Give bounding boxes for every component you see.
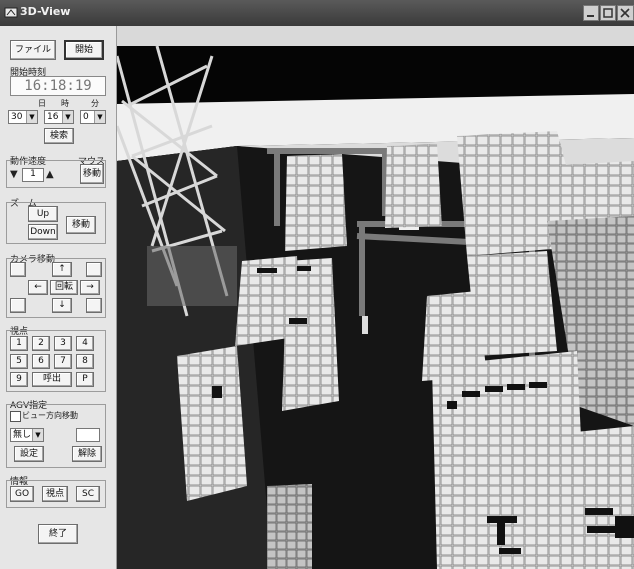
viewpoint-call-button[interactable]: 呼出: [32, 372, 72, 387]
file-button[interactable]: ファイル: [10, 40, 56, 60]
viewpoint-5-button[interactable]: 5: [10, 354, 28, 369]
chevron-down-icon: ▼: [26, 111, 37, 123]
agv-select[interactable]: 無し ▼: [10, 428, 44, 442]
3d-scene: [117, 46, 634, 569]
info-go-button[interactable]: GO: [10, 486, 34, 502]
agv-cancel-button[interactable]: 解除: [72, 446, 102, 462]
agv-field[interactable]: [76, 428, 100, 442]
title-bar: 3D-View: [0, 0, 634, 26]
zoom-down-button[interactable]: Down: [28, 224, 58, 240]
day-select-value: 30: [11, 112, 23, 122]
viewpoint-7-button[interactable]: 7: [54, 354, 72, 369]
start-button[interactable]: 開始: [64, 40, 104, 60]
close-icon: [620, 8, 630, 18]
camera-down-button[interactable]: ↓: [52, 298, 72, 313]
agv-select-value: 無し: [13, 430, 32, 440]
control-panel: ファイル 開始 開始時刻 16:18:19 日 時 分 30 ▼ 16 ▼ 0 …: [0, 26, 117, 569]
speed-field[interactable]: 1: [22, 168, 44, 182]
day-select[interactable]: 30 ▼: [8, 110, 38, 124]
maximize-icon: [603, 8, 613, 18]
speed-up-icon[interactable]: ▲: [46, 169, 54, 180]
mouse-move-button[interactable]: 移動: [80, 164, 104, 184]
camera-right-button[interactable]: →: [80, 280, 100, 295]
camera-rotate-button[interactable]: 回転: [50, 280, 78, 295]
minute-select[interactable]: 0 ▼: [80, 110, 106, 124]
viewpoint-p-button[interactable]: P: [76, 372, 94, 387]
viewpoint-2-button[interactable]: 2: [32, 336, 50, 351]
3d-viewport[interactable]: [117, 46, 634, 569]
camera-blank-button[interactable]: [10, 262, 26, 277]
info-sc-button[interactable]: SC: [76, 486, 100, 502]
zoom-up-button[interactable]: Up: [28, 206, 58, 222]
viewpoint-3-button[interactable]: 3: [54, 336, 72, 351]
camera-up-button[interactable]: ↑: [52, 262, 72, 277]
agv-checkbox-label: ビュー方向移動: [22, 411, 78, 420]
day-label: 日: [38, 99, 46, 108]
speed-down-icon[interactable]: ▼: [10, 169, 18, 180]
minute-label: 分: [91, 99, 99, 108]
clock-display: 16:18:19: [10, 76, 106, 96]
agv-set-button[interactable]: 設定: [14, 446, 44, 462]
agv-checkbox[interactable]: [10, 411, 21, 422]
hour-select[interactable]: 16 ▼: [44, 110, 74, 124]
minute-select-value: 0: [83, 112, 89, 122]
chevron-down-icon: ▼: [32, 429, 43, 441]
app-logo-icon: [4, 7, 18, 18]
info-viewpoint-button[interactable]: 視点: [42, 486, 68, 502]
search-button[interactable]: 検索: [44, 128, 74, 144]
camera-blank-button[interactable]: [86, 298, 102, 313]
exit-button[interactable]: 終了: [38, 524, 78, 544]
viewpoint-6-button[interactable]: 6: [32, 354, 50, 369]
minimize-icon: [587, 15, 594, 17]
close-button[interactable]: [617, 5, 634, 21]
hour-label: 時: [61, 99, 69, 108]
chevron-down-icon: ▼: [94, 111, 105, 123]
window-title: 3D-View: [20, 5, 71, 18]
camera-blank-button[interactable]: [86, 262, 102, 277]
viewpoint-1-button[interactable]: 1: [10, 336, 28, 351]
viewpoint-8-button[interactable]: 8: [76, 354, 94, 369]
hour-select-value: 16: [47, 112, 59, 122]
viewpoint-9-button[interactable]: 9: [10, 372, 28, 387]
viewpoint-4-button[interactable]: 4: [76, 336, 94, 351]
chevron-down-icon: ▼: [62, 111, 73, 123]
minimize-button[interactable]: [583, 5, 599, 21]
camera-blank-button[interactable]: [10, 298, 26, 313]
maximize-button[interactable]: [600, 5, 616, 21]
zoom-move-button[interactable]: 移動: [66, 216, 96, 234]
camera-left-button[interactable]: ←: [28, 280, 48, 295]
